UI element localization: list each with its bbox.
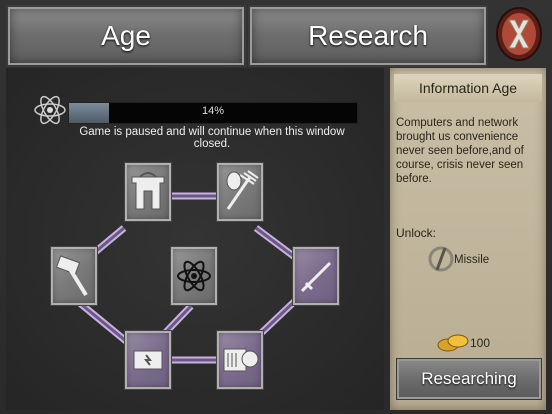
- missile-icon: [428, 246, 454, 272]
- tech-node-generator[interactable]: [124, 330, 172, 390]
- age-title: Information Age: [394, 74, 542, 102]
- atom-icon: [177, 260, 211, 292]
- tab-age[interactable]: Age: [6, 5, 246, 67]
- dome-building-icon: [131, 172, 165, 210]
- unlock-label: Unlock:: [396, 226, 437, 240]
- tech-node-engine[interactable]: [216, 330, 264, 390]
- researching-button-label: Researching: [421, 369, 517, 388]
- age-description: Computers and network brought us conveni…: [396, 117, 524, 185]
- tech-node-hammer[interactable]: [50, 246, 98, 306]
- unlock-item-name: Missile: [454, 254, 490, 266]
- close-icon: [496, 7, 542, 61]
- tech-tree-panel: 14% Game is paused and will continue whe…: [6, 68, 384, 410]
- tab-research-label: Research: [308, 20, 428, 51]
- researching-button[interactable]: Researching: [396, 358, 542, 400]
- engine-icon: [223, 348, 259, 372]
- sword-icon: [300, 261, 332, 293]
- generator-icon: [133, 350, 163, 370]
- hammer-icon: [55, 255, 88, 297]
- tech-node-dome[interactable]: [124, 162, 172, 222]
- tab-age-label: Age: [101, 20, 151, 51]
- tab-research[interactable]: Research: [248, 5, 488, 67]
- tech-node-pitchfork[interactable]: [216, 162, 264, 222]
- coin-icon: [437, 334, 469, 352]
- tech-node-atom[interactable]: [170, 246, 218, 306]
- tech-links: [73, 192, 299, 364]
- research-cost: 100: [470, 336, 491, 350]
- close-button[interactable]: [495, 6, 543, 62]
- tech-node-sword[interactable]: [292, 246, 340, 306]
- pitchfork-icon: [226, 170, 259, 210]
- info-panel: Information Age Computers and network br…: [390, 68, 546, 410]
